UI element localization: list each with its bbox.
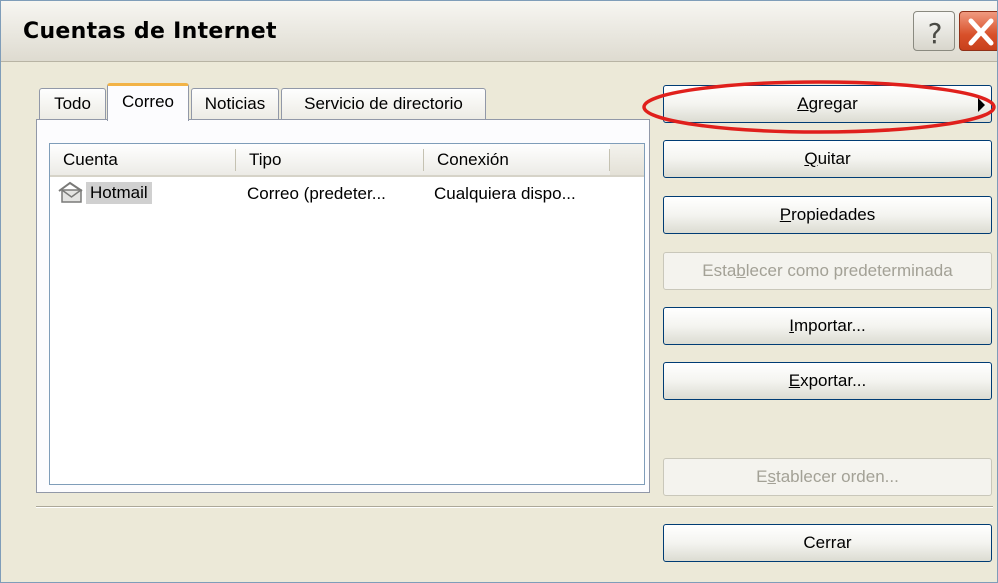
mail-account-icon [58, 181, 83, 203]
help-icon: ? [928, 17, 943, 50]
column-header-conexion[interactable]: Conexión [424, 144, 610, 177]
svg-text:?: ? [928, 17, 943, 50]
divider [36, 506, 993, 508]
column-header-cuenta[interactable]: Cuenta [50, 144, 236, 177]
column-header-filler [610, 144, 644, 177]
column-header-tipo[interactable]: Tipo [236, 144, 424, 177]
column-label-cuenta: Cuenta [63, 150, 118, 169]
help-button[interactable]: ? [913, 11, 955, 51]
add-button-label: Agregar [797, 94, 858, 113]
set-order-button[interactable]: Establecer orden... [663, 458, 992, 496]
cell-cuenta: Hotmail [86, 182, 152, 204]
cell-conexion: Cualquiera dispo... [434, 184, 576, 203]
column-label-conexion: Conexión [437, 150, 509, 169]
tab-servicio-de-directorio[interactable]: Servicio de directorio [281, 88, 486, 120]
tab-todo[interactable]: Todo [39, 88, 106, 120]
set-default-button[interactable]: Establecer como predeterminada [663, 252, 992, 290]
import-button[interactable]: Importar... [663, 307, 992, 345]
title-bar[interactable]: Cuentas de Internet ? [1, 1, 997, 62]
accounts-list[interactable]: Cuenta Tipo Conexión Hotmail Correo (pre… [49, 143, 645, 485]
close-dialog-button[interactable]: Cerrar [663, 524, 992, 562]
window-title: Cuentas de Internet [23, 19, 277, 44]
remove-button[interactable]: Quitar [663, 140, 992, 178]
properties-button[interactable]: Propiedades [663, 196, 992, 234]
close-button[interactable] [959, 11, 997, 51]
tab-correo[interactable]: Correo [107, 83, 189, 121]
internet-accounts-dialog: Cuentas de Internet ? Todo Noticias Serv… [0, 0, 998, 583]
column-label-tipo: Tipo [249, 150, 282, 169]
export-button[interactable]: Exportar... [663, 362, 992, 400]
cell-tipo: Correo (predeter... [247, 184, 386, 203]
submenu-arrow-icon [978, 98, 985, 112]
tab-noticias[interactable]: Noticias [191, 88, 279, 120]
close-icon [968, 18, 994, 46]
add-button[interactable]: Agregar [663, 85, 992, 123]
